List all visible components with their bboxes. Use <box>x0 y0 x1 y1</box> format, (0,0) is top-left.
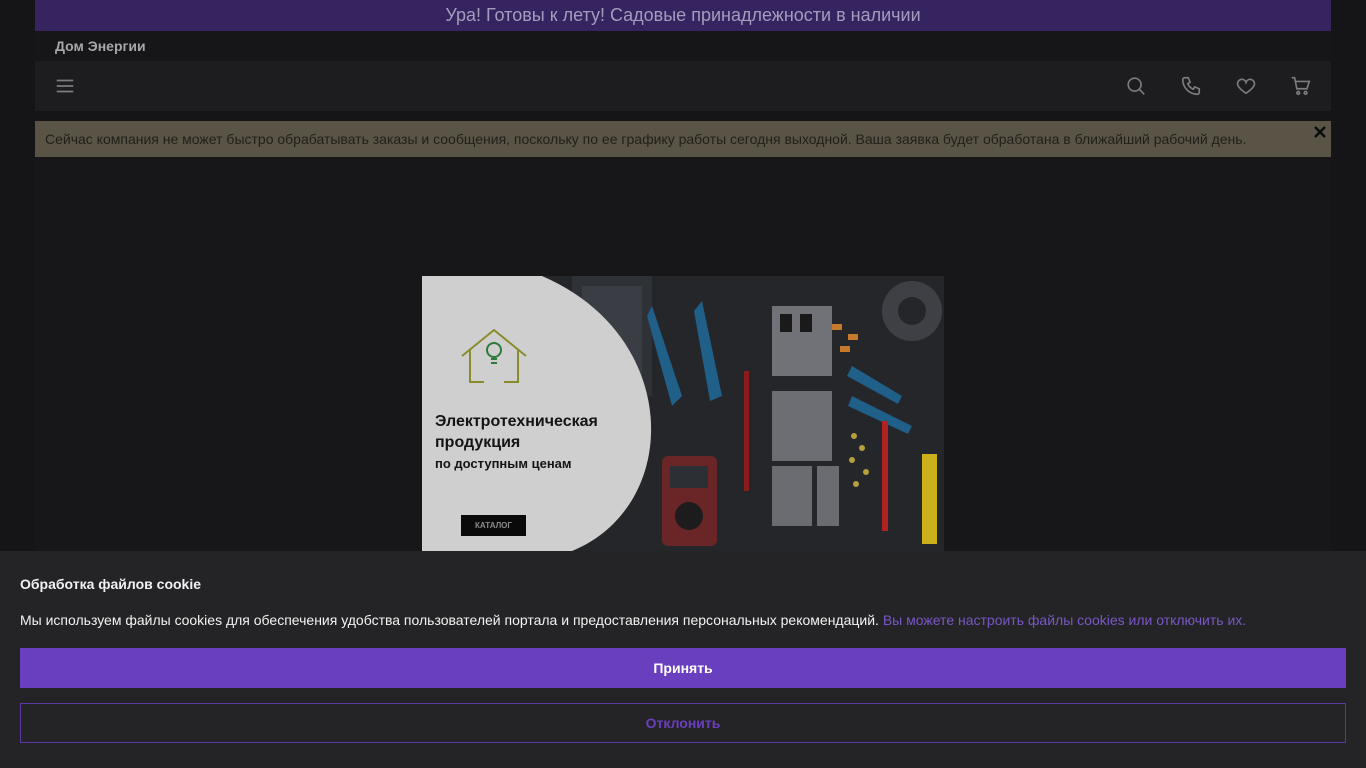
catalog-button[interactable]: КАТАЛОГ <box>461 515 526 536</box>
banner-headline: Электротехническая продукция <box>435 411 598 453</box>
closed-notice: Сейчас компания не может быстро обрабаты… <box>35 121 1331 157</box>
brand-strip: Дом Энергии <box>35 31 1331 61</box>
page: Ура! Готовы к лету! Садовые принадлежнос… <box>0 0 1366 768</box>
cookie-settings-link[interactable]: Вы можете настроить файлы cookies или от… <box>883 612 1246 628</box>
navbar <box>35 61 1331 111</box>
header-actions <box>1116 66 1321 106</box>
promo-banner[interactable]: Электротехническая продукция по доступны… <box>422 276 944 551</box>
cart-icon[interactable] <box>1281 66 1321 106</box>
heart-icon[interactable] <box>1226 66 1266 106</box>
promo-bar[interactable]: Ура! Готовы к лету! Садовые принадлежнос… <box>35 0 1331 31</box>
cookie-description: Мы используем файлы cookies для обеспече… <box>20 612 1246 628</box>
notice-text: Сейчас компания не может быстро обрабаты… <box>45 131 1247 147</box>
phone-icon[interactable] <box>1171 66 1211 106</box>
close-icon[interactable] <box>1309 121 1331 143</box>
accept-button[interactable]: Принять <box>20 648 1346 688</box>
menu-icon[interactable] <box>45 66 85 106</box>
banner-line-3: по доступным ценам <box>435 456 572 471</box>
cookie-text: Мы используем файлы cookies для обеспече… <box>20 612 883 628</box>
house-bulb-logo <box>461 328 527 383</box>
decline-button[interactable]: Отклонить <box>20 703 1346 743</box>
banner-line-2: продукция <box>435 434 521 451</box>
cookie-panel: Обработка файлов cookie Мы используем фа… <box>0 551 1366 768</box>
banner-line-1: Электротехническая <box>435 413 598 430</box>
search-icon[interactable] <box>1116 66 1156 106</box>
promo-text[interactable]: Ура! Готовы к лету! Садовые принадлежнос… <box>445 5 920 26</box>
cookie-title: Обработка файлов cookie <box>20 576 202 592</box>
brand-link[interactable]: Дом Энергии <box>55 38 146 54</box>
